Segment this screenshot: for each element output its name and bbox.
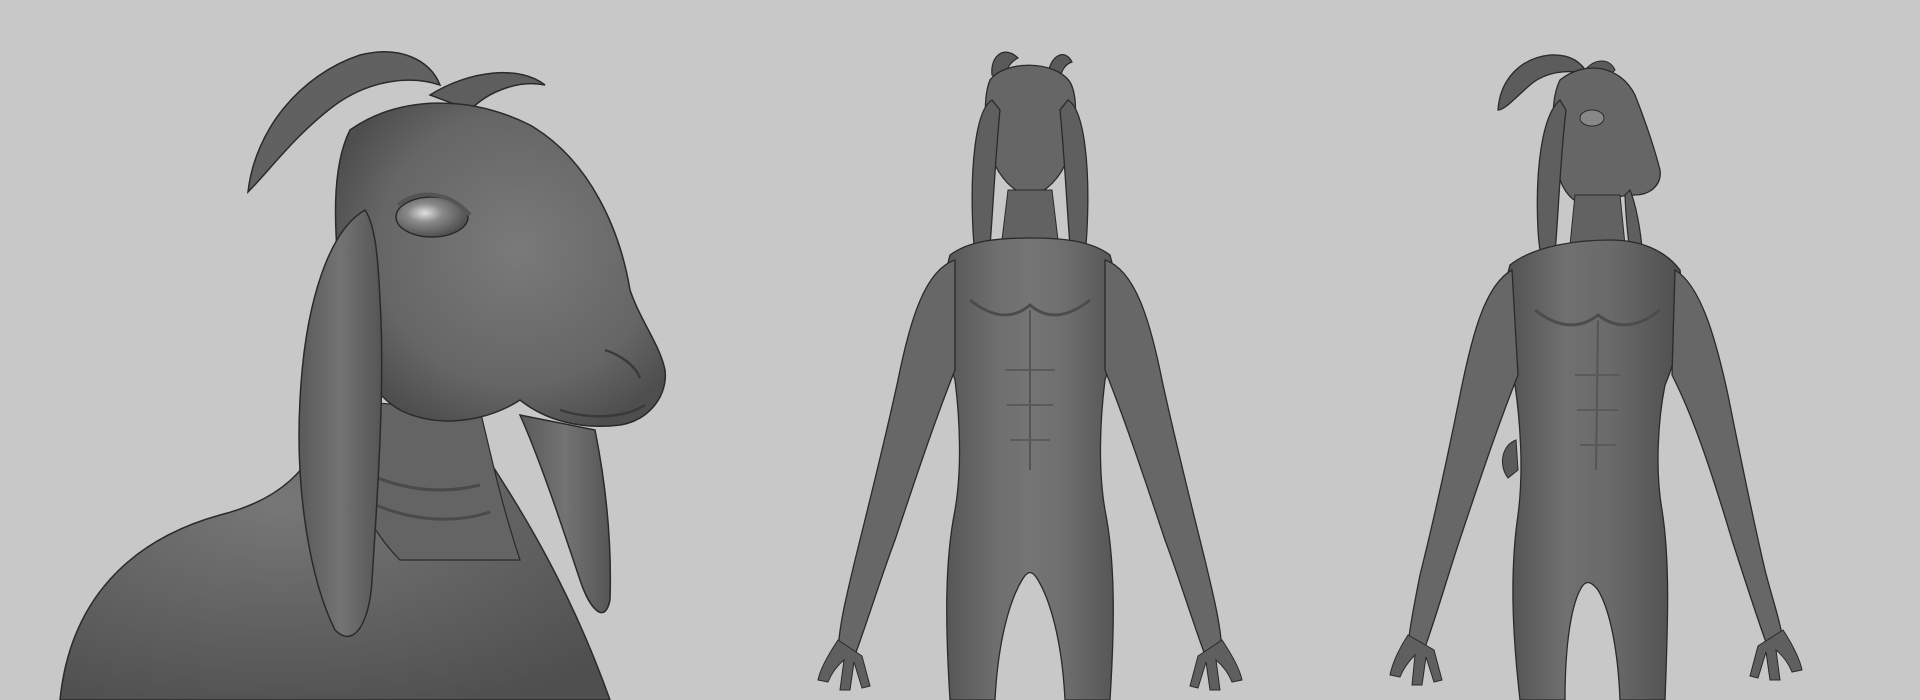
- closeup-render: [59, 51, 667, 700]
- closeup-head: [334, 102, 667, 428]
- tq-arm-right: [1671, 268, 1784, 646]
- tq-body: [1503, 239, 1683, 700]
- tq-hand-left: [1389, 634, 1443, 686]
- front-hand-left: [817, 639, 871, 691]
- sculpt-render-canvas: [0, 0, 1920, 700]
- front-arm-right: [1104, 259, 1223, 656]
- front-view: [720, 0, 1320, 700]
- tq-head: [1552, 67, 1661, 206]
- tq-tail: [1501, 439, 1519, 479]
- tq-arm-left: [1407, 268, 1519, 651]
- tq-eye: [1579, 109, 1605, 127]
- tq-hand-right: [1749, 629, 1803, 681]
- closeup-view: [0, 0, 720, 700]
- front-hand-right: [1189, 639, 1243, 691]
- three-quarter-render: [1389, 54, 1803, 700]
- front-arm-left: [837, 259, 956, 656]
- front-render: [817, 51, 1243, 700]
- three-quarter-view: [1320, 0, 1920, 700]
